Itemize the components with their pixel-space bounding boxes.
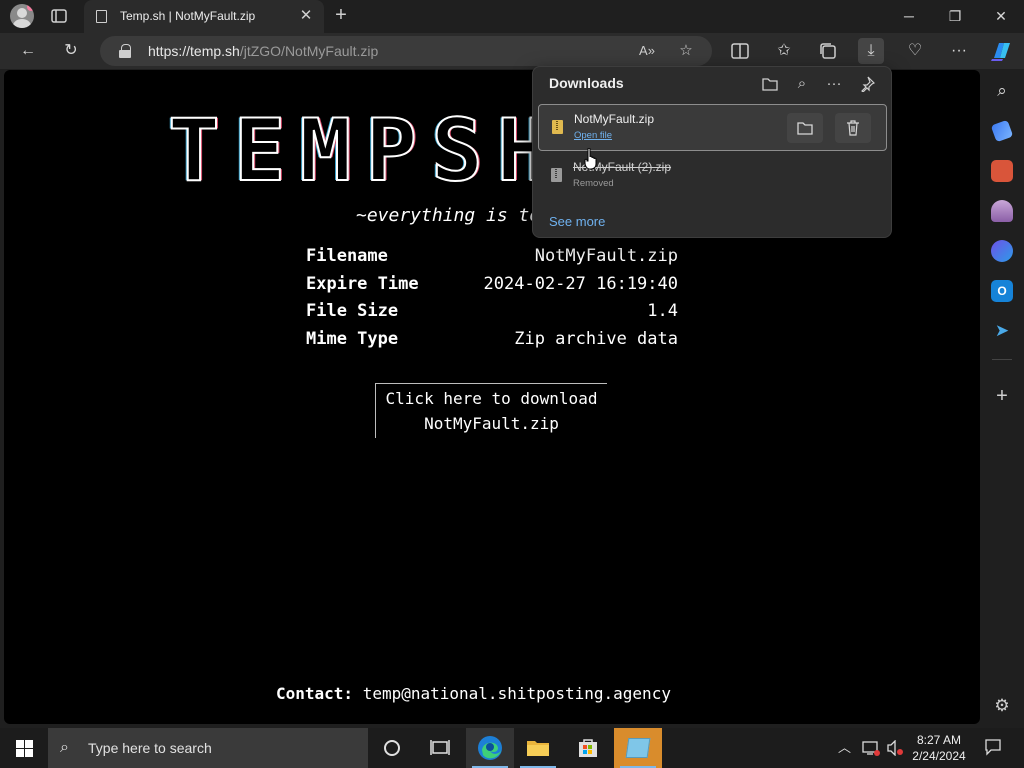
zip-file-icon: [552, 120, 563, 134]
info-key: Expire Time: [306, 273, 419, 294]
info-row-filename: Filename NotMyFault.zip: [306, 246, 678, 274]
clock-time: 8:27 AM: [916, 733, 962, 747]
windows-start-icon[interactable]: [16, 740, 33, 757]
taskbar-clock[interactable]: 8:27 AM 2/24/2024: [905, 732, 973, 764]
outlook-icon[interactable]: O: [991, 280, 1013, 302]
download-button-line1: Click here to download: [385, 389, 598, 408]
edge-taskbar-icon[interactable]: [466, 728, 514, 768]
open-downloads-folder-icon[interactable]: [759, 73, 781, 95]
search-icon[interactable]: ⌕: [991, 80, 1013, 102]
notepad-app-icon[interactable]: [614, 728, 662, 768]
browser-toolbar: ← ↻ https://temp.sh/jtZGO/NotMyFault.zip…: [0, 33, 1024, 69]
search-icon: ⌕: [60, 739, 69, 756]
info-key: Mime Type: [306, 328, 399, 349]
favorite-star-icon[interactable]: ☆: [675, 40, 697, 62]
tab-actions-icon[interactable]: [50, 7, 68, 25]
taskbar-search-placeholder: Type here to search: [88, 740, 212, 756]
info-row-expire-time: Expire Time 2024-02-27 16:19:40: [306, 274, 678, 302]
read-aloud-icon[interactable]: A»: [636, 40, 658, 62]
info-value: 2024-02-27 16:19:40: [483, 273, 678, 294]
page-icon: [96, 10, 107, 23]
download-file-button[interactable]: Click here to download NotMyFault.zip: [375, 383, 607, 438]
clock-date: 2/24/2024: [912, 749, 966, 763]
download-button-line2: NotMyFault.zip: [424, 414, 559, 433]
info-value: 1.4: [647, 301, 678, 321]
favorites-icon[interactable]: ✩: [771, 38, 797, 64]
show-in-folder-icon[interactable]: [787, 113, 823, 143]
open-file-link[interactable]: Open file: [574, 130, 612, 141]
add-icon[interactable]: +: [991, 385, 1013, 407]
send-icon[interactable]: ➤: [991, 320, 1013, 342]
new-tab-icon[interactable]: +: [330, 5, 352, 27]
hand-cursor-icon: [584, 148, 597, 170]
tools-icon[interactable]: [991, 160, 1013, 182]
show-hidden-icons-chevron-icon[interactable]: ︿: [838, 740, 851, 756]
more-options-icon[interactable]: ···: [946, 38, 972, 64]
info-key: Filename: [306, 246, 388, 266]
url-host: https://temp.sh: [148, 43, 240, 59]
settings-gear-icon[interactable]: ⚙: [991, 695, 1013, 717]
info-row-mime-type: Mime Type Zip archive data: [306, 329, 678, 357]
microsoft-store-icon[interactable]: [564, 728, 612, 768]
download-item[interactable]: NotMyFault.zip Open file: [538, 104, 887, 151]
search-downloads-icon[interactable]: ⌕: [791, 73, 813, 95]
close-window-icon[interactable]: ✕: [978, 0, 1024, 33]
zip-file-icon: [551, 168, 562, 182]
downloads-icon[interactable]: ⤓: [858, 38, 884, 64]
info-row-file-size: File Size 1.4: [306, 301, 678, 329]
edge-sidebar: ⌕ O ➤ + ⚙: [980, 69, 1024, 728]
more-downloads-options-icon[interactable]: ···: [823, 73, 845, 95]
info-key: File Size: [306, 301, 399, 321]
address-url[interactable]: https://temp.sh/jtZGO/NotMyFault.zip: [148, 43, 378, 59]
contact-line: Contact: temp@national.shitposting.agenc…: [276, 684, 671, 703]
tab-title: Temp.sh | NotMyFault.zip: [120, 9, 256, 23]
back-icon[interactable]: ←: [15, 38, 41, 64]
title-bar: Temp.sh | NotMyFault.zip ✕ + ─ ❐ ✕: [0, 0, 1024, 33]
file-info-table: Filename NotMyFault.zip Expire Time 2024…: [306, 246, 678, 356]
games-icon[interactable]: [991, 200, 1013, 222]
close-tab-icon[interactable]: ✕: [298, 8, 314, 24]
info-value: Zip archive data: [514, 328, 678, 349]
pin-icon[interactable]: [856, 73, 878, 95]
file-explorer-icon[interactable]: [514, 728, 562, 768]
profile-avatar-icon[interactable]: [10, 4, 34, 28]
notifications-icon[interactable]: [984, 738, 1002, 760]
download-status: Removed: [573, 178, 614, 189]
see-more-link[interactable]: See more: [549, 214, 605, 229]
collections-icon[interactable]: [815, 38, 841, 64]
downloads-title: Downloads: [549, 75, 624, 91]
browser-essentials-icon[interactable]: ♡: [902, 38, 928, 64]
refresh-icon[interactable]: ↻: [58, 38, 84, 64]
info-value: NotMyFault.zip: [534, 246, 678, 266]
sidebar-divider: [992, 359, 1012, 360]
restore-icon[interactable]: ❐: [932, 0, 978, 33]
shopping-tag-icon[interactable]: [990, 119, 1014, 143]
address-bar[interactable]: https://temp.sh/jtZGO/NotMyFault.zip A» …: [100, 36, 712, 66]
copilot-icon[interactable]: [989, 38, 1015, 64]
taskbar-search[interactable]: ⌕ Type here to search: [48, 728, 368, 768]
network-icon[interactable]: [862, 740, 880, 760]
split-screen-icon[interactable]: [727, 38, 753, 64]
browser-tab[interactable]: Temp.sh | NotMyFault.zip ✕: [84, 0, 324, 33]
task-view-icon[interactable]: [416, 728, 464, 768]
url-path: /jtZGO/NotMyFault.zip: [239, 43, 379, 59]
windows-taskbar: ⌕ Type here to search ︿ 8:27 AM 2/24/202…: [0, 728, 1024, 768]
volume-muted-icon[interactable]: [886, 739, 904, 760]
lock-icon[interactable]: [119, 44, 131, 58]
contact-email-link[interactable]: temp@national.shitposting.agency: [363, 684, 671, 703]
site-logo[interactable]: TEMPSH: [167, 105, 563, 197]
minimize-icon[interactable]: ─: [886, 0, 932, 33]
microsoft-365-icon[interactable]: [991, 240, 1013, 262]
cortana-icon[interactable]: [368, 728, 416, 768]
delete-trash-icon[interactable]: [835, 113, 871, 143]
download-filename: NotMyFault.zip: [574, 112, 655, 126]
contact-label: Contact:: [276, 684, 354, 703]
